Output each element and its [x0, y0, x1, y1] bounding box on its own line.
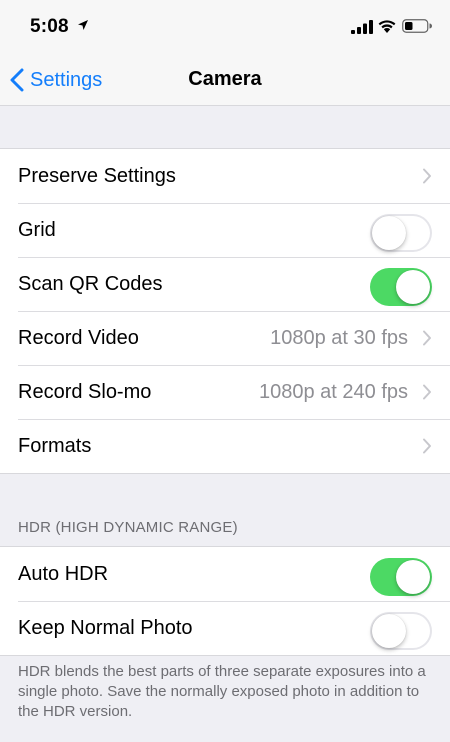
section-header-hdr: HDR (HIGH DYNAMIC RANGE)	[18, 519, 238, 536]
row-label: Keep Normal Photo	[18, 616, 193, 639]
row-label: Record Video	[18, 326, 139, 349]
navigation-bar: Settings Camera	[0, 52, 450, 106]
status-bar: 5:08	[0, 0, 450, 52]
cellular-signal-icon	[351, 20, 373, 34]
status-time: 5:08	[30, 16, 69, 37]
chevron-right-icon	[423, 168, 431, 184]
row-label: Auto HDR	[18, 562, 109, 585]
chevron-right-icon	[423, 384, 431, 400]
row-label: Preserve Settings	[18, 164, 176, 187]
camera-settings-group: Preserve Settings Grid Scan QR Codes Rec…	[0, 148, 450, 474]
row-label: Formats	[18, 434, 92, 457]
grid-toggle[interactable]	[370, 214, 432, 252]
toggle-knob	[372, 614, 406, 648]
row-label: Record Slo-mo	[18, 380, 152, 403]
toggle-knob	[372, 216, 406, 250]
chevron-right-icon	[423, 330, 431, 346]
scan-qr-codes-toggle[interactable]	[370, 268, 432, 306]
hdr-settings-group: Auto HDR Keep Normal Photo	[0, 546, 450, 656]
hdr-footer-note: HDR blends the best parts of three separ…	[18, 663, 426, 720]
row-value: 1080p at 30 fps	[270, 326, 408, 349]
page-title: Camera	[188, 68, 262, 90]
row-label: Scan QR Codes	[18, 272, 163, 295]
toggle-knob	[396, 560, 430, 594]
row-auto-hdr: Auto HDR	[0, 547, 450, 601]
row-grid: Grid	[0, 203, 450, 257]
row-label: Grid	[18, 218, 56, 241]
row-record-video[interactable]: Record Video 1080p at 30 fps	[0, 311, 450, 365]
row-formats[interactable]: Formats	[0, 419, 450, 473]
wifi-icon	[378, 20, 396, 33]
row-preserve-settings[interactable]: Preserve Settings	[0, 149, 450, 203]
location-arrow-icon	[78, 20, 88, 30]
row-scan-qr-codes: Scan QR Codes	[0, 257, 450, 311]
auto-hdr-toggle[interactable]	[370, 558, 432, 596]
battery-icon	[402, 19, 432, 33]
chevron-right-icon	[423, 438, 431, 454]
row-keep-normal-photo: Keep Normal Photo	[0, 601, 450, 655]
row-record-slo-mo[interactable]: Record Slo-mo 1080p at 240 fps	[0, 365, 450, 419]
row-value: 1080p at 240 fps	[258, 380, 408, 403]
keep-normal-photo-toggle[interactable]	[370, 612, 432, 650]
toggle-knob	[396, 270, 430, 304]
